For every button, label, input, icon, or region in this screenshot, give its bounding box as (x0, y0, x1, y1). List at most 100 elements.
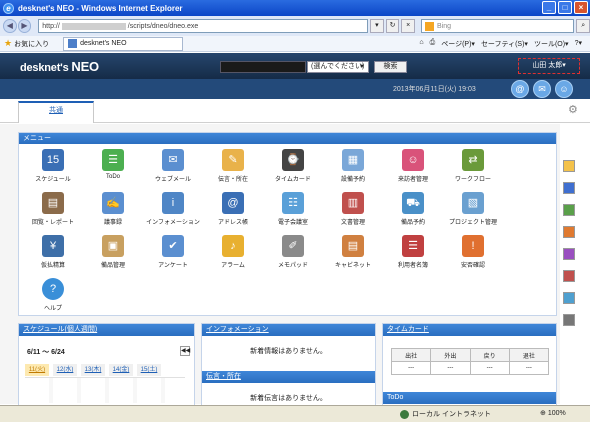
messages-empty: 新着伝言はありません。 (250, 395, 327, 402)
timecard-header[interactable]: 出社 (390, 348, 432, 362)
schedule-prev-button[interactable]: ◀◀ (180, 346, 190, 356)
menu-item[interactable]: ✉ ウェブメール (143, 149, 203, 183)
menu-item[interactable]: ✐ メモパッド (263, 235, 323, 269)
menu-item[interactable]: ? ヘルプ (23, 278, 83, 312)
notification-icon[interactable]: @ (511, 80, 529, 98)
user-menu-button[interactable]: 山田 太郎▾ (518, 58, 580, 74)
tools-menu-help[interactable]: ?▾ (575, 39, 582, 49)
schedule-day[interactable]: 14(金) (109, 364, 133, 376)
schedule-day[interactable]: 15(土) (137, 364, 161, 376)
color-swatch[interactable] (563, 292, 575, 304)
menu-item[interactable]: @ アドレス帳 (203, 192, 263, 226)
menu-item-label: インフォメーション (146, 220, 200, 226)
tab-common[interactable]: 共通 (18, 101, 94, 123)
search-target-select[interactable]: (選んでください) ▼ (307, 61, 369, 73)
browser-tab[interactable]: desknet's NEO (63, 36, 184, 51)
menu-item[interactable]: ⇄ ワークフロー (443, 149, 503, 183)
messages-panel-title[interactable]: 伝言・所在 (202, 371, 375, 383)
schedule-day[interactable]: 11(火) (25, 364, 49, 376)
menu-item[interactable]: ⛟ 備品予約 (383, 192, 443, 226)
menu-item[interactable]: ¥ 仮払精算 (23, 235, 83, 269)
color-swatch[interactable] (563, 204, 575, 216)
menu-item[interactable]: ✎ 伝言・所在 (203, 149, 263, 183)
print-icon[interactable]: ⎙ (430, 39, 436, 49)
timecard-header[interactable]: 退社 (508, 348, 550, 362)
close-button[interactable]: × (574, 1, 588, 14)
menu-item[interactable]: ✍ 議事録 (83, 192, 143, 226)
menu-item-label: 文書管理 (340, 220, 365, 226)
search-icon[interactable]: ⌕ (576, 19, 590, 33)
color-swatch[interactable] (563, 248, 575, 260)
menu-item[interactable]: ▤ キャビネット (323, 235, 383, 269)
menu-item[interactable]: ▧ プロジェクト管理 (443, 192, 503, 226)
chat-icon[interactable]: ✉ (533, 80, 551, 98)
tools-menu-safety[interactable]: セーフティ(S)▾ (481, 39, 528, 49)
menu-item[interactable]: i インフォメーション (143, 192, 203, 226)
schedule-range: 6/11 ～ 6/24 (27, 349, 65, 356)
back-icon[interactable]: ◀ (3, 19, 17, 33)
menu-item[interactable]: ▥ 文書管理 (323, 192, 383, 226)
menu-item[interactable]: ! 安否確認 (443, 235, 503, 269)
menu-item-label: 利用者名簿 (397, 263, 428, 269)
status-bar: ローカル イントラネット ⊕ 100% (0, 405, 590, 422)
menu-item-label: 設備予約 (340, 177, 365, 183)
header-search-input[interactable] (220, 61, 306, 73)
menu-item[interactable]: ⌚ タイムカード (263, 149, 323, 183)
logo-suffix: NEO (71, 59, 99, 74)
menu-item[interactable]: ☰ 利用者名簿 (383, 235, 443, 269)
zoom-level[interactable]: ⊕ 100% (540, 409, 566, 417)
menu-item[interactable]: ☷ 電子会議室 (263, 192, 323, 226)
schedule-day[interactable]: 13(木) (81, 364, 105, 376)
favorites-star-icon[interactable]: ★ (4, 38, 12, 49)
information-panel-title[interactable]: インフォメーション (202, 324, 375, 336)
menu-item[interactable]: ✔ アンケート (143, 235, 203, 269)
menu-item-label: ToDo (105, 174, 120, 180)
maximize-button[interactable]: □ (558, 1, 572, 14)
color-swatch[interactable] (563, 160, 575, 172)
menu-item[interactable]: ☰ ToDo (83, 149, 143, 180)
menu-item[interactable]: ▦ 設備予約 (323, 149, 383, 183)
color-swatch[interactable] (563, 226, 575, 238)
forward-icon[interactable]: ▶ (17, 19, 32, 33)
tools-menu-tools[interactable]: ツール(O)▾ (534, 39, 569, 49)
circular-icon: ▤ (42, 192, 64, 214)
timecard-header[interactable]: 戻り (469, 348, 510, 362)
refresh-icon[interactable]: ↻ (385, 19, 400, 33)
menu-item[interactable]: ▣ 備品管理 (83, 235, 143, 269)
timecard-icon: ⌚ (282, 149, 304, 171)
search-input[interactable]: Bing (421, 19, 575, 33)
color-swatch[interactable] (563, 182, 575, 194)
minutes-icon: ✍ (102, 192, 124, 214)
tools-menu-page[interactable]: ページ(P)▾ (441, 39, 475, 49)
menu-item[interactable]: ☺ 来訪者管理 (383, 149, 443, 183)
expense-icon: ¥ (42, 235, 64, 257)
stop-icon[interactable]: × (401, 19, 416, 33)
todo-panel-title[interactable]: ToDo (383, 392, 556, 404)
app-logo[interactable]: desknet's NEO (20, 59, 99, 74)
color-swatch[interactable] (563, 314, 575, 326)
gear-icon[interactable]: ⚙ (568, 104, 580, 116)
timecard-value: --- (430, 361, 471, 375)
timecard-panel-title[interactable]: タイムカード (383, 324, 556, 336)
menu-item[interactable]: ▤ 回覧・レポート (23, 192, 83, 226)
schedule-panel-title[interactable]: スケジュール(個人週間) (19, 324, 194, 336)
schedule-grid[interactable] (25, 377, 185, 403)
conference-icon: ☷ (282, 192, 304, 214)
home-icon[interactable]: ⌂ (419, 39, 423, 49)
help-icon: ? (42, 278, 64, 300)
schedule-day[interactable]: 12(水) (53, 364, 77, 376)
color-swatch[interactable] (563, 270, 575, 282)
favorites-label[interactable]: お気に入り (14, 39, 49, 49)
dropdown-icon[interactable]: ▾ (370, 19, 384, 33)
timecard-value: --- (469, 361, 510, 375)
current-datetime: 2013年06月11日(火) 19:03 (393, 86, 476, 93)
menu-item-label: 安否確認 (460, 263, 485, 269)
menu-item[interactable]: 15 スケジュール (23, 149, 83, 183)
menu-item[interactable]: ♪ アラーム (203, 235, 263, 269)
timecard-header[interactable]: 外出 (430, 348, 471, 362)
minimize-button[interactable]: _ (542, 1, 556, 14)
url-input[interactable]: http:// /scripts/dneo/dneo.exe (38, 19, 369, 33)
header-search-button[interactable]: 検索 (374, 61, 407, 73)
profile-icon[interactable]: ☺ (555, 80, 573, 98)
menu-item-label: アドレス帳 (217, 220, 248, 226)
